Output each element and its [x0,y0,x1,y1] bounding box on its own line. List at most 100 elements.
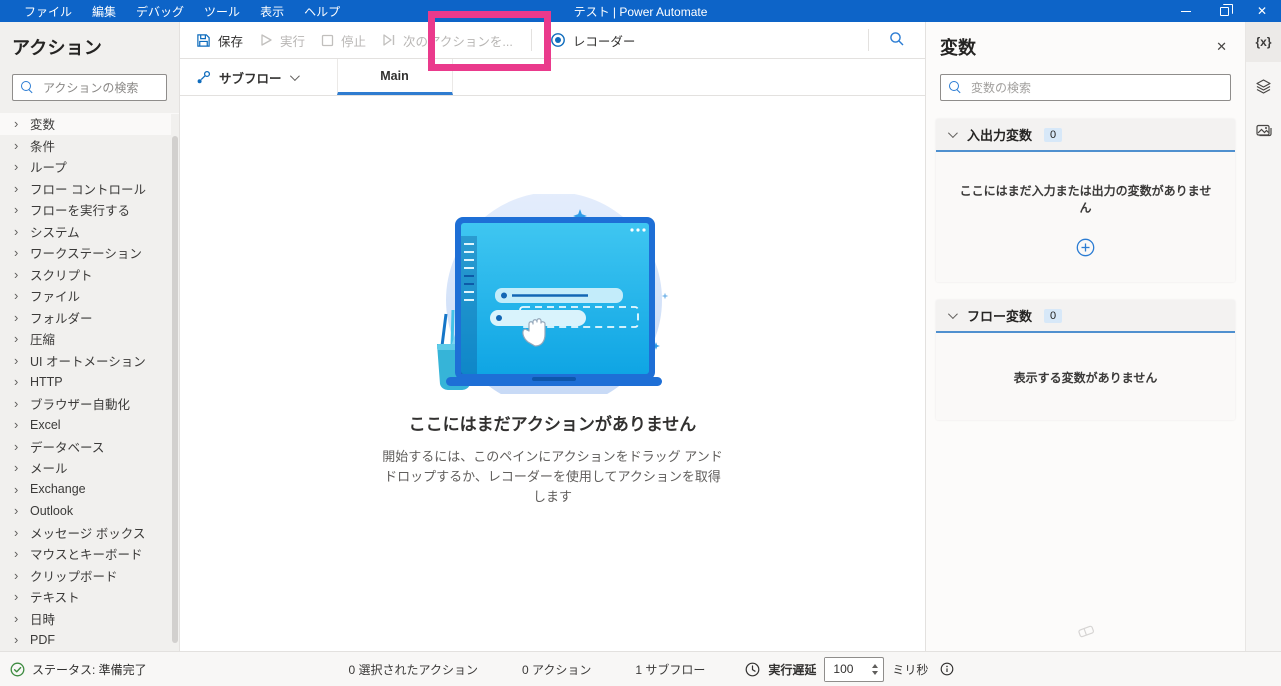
run-button[interactable]: 実行 [251,26,313,55]
run-next-action-button[interactable]: 次のアクションを... [374,26,521,55]
actions-category-item[interactable]: › 条件 [0,135,179,157]
actions-category-item[interactable]: › システム [0,221,179,243]
minimize-icon [1181,10,1191,12]
variables-search-input[interactable] [941,80,1230,95]
chevron-right-icon: › [14,460,19,476]
actions-category-item[interactable]: › 圧縮 [0,328,179,350]
sidebar-scrollbar-thumb[interactable] [172,136,178,643]
actions-category-item[interactable]: › クリップボード [0,565,179,587]
clock-icon [746,662,760,676]
flow-canvas[interactable]: ここにはまだアクションがありません 開始するには、このペインにアクションをドラッ… [180,96,925,651]
toolbar-search-button[interactable] [879,25,915,56]
spinner-up-icon[interactable] [872,663,879,668]
recorder-button[interactable]: レコーダー [542,26,644,55]
empty-canvas-description: 開始するには、このペインにアクションをドラッグ アンド ドロップするか、レコーダ… [382,449,723,505]
flow-variables-header[interactable]: フロー変数 0 [936,300,1235,333]
chevron-right-icon: › [14,159,19,175]
actions-category-item[interactable]: › フロー コントロール [0,178,179,200]
variables-search[interactable] [940,74,1231,101]
actions-panel-title: アクション [12,38,103,58]
menu-item[interactable]: 表示 [260,3,284,20]
actions-search-input[interactable] [13,80,166,95]
flow-toolbar: 保存 実行 停止 次のアクションを... レコーダー [180,22,925,59]
search-icon [890,31,904,45]
empty-canvas-illustration [436,194,668,394]
actions-category-item[interactable]: › メール [0,457,179,479]
menu-item[interactable]: ヘルプ [304,3,340,20]
save-button[interactable]: 保存 [188,26,251,55]
sidebar-scrollbar[interactable] [171,114,179,651]
rail-images-button[interactable] [1246,110,1281,150]
chevron-right-icon: › [14,137,19,153]
chevron-right-icon: › [14,524,19,540]
actions-category-item[interactable]: › 日時 [0,608,179,630]
chevron-right-icon: › [14,567,19,583]
actions-category-item[interactable]: › PDF [0,629,179,651]
chevron-down-icon [947,128,958,139]
chevron-right-icon: › [14,352,19,368]
actions-category-item[interactable]: › フォルダー [0,307,179,329]
actions-category-item[interactable]: › ループ [0,156,179,178]
play-icon [261,34,272,46]
actions-category-item[interactable]: › マウスとキーボード [0,543,179,565]
variables-panel-title: 変数 [940,38,976,58]
statusbar: ステータス: 準備完了 0 選択されたアクション 0 アクション 1 サブフロー… [0,651,1281,686]
stop-button[interactable]: 停止 [313,26,374,55]
actions-category-item[interactable]: › Outlook [0,500,179,522]
flow-variables-empty-message: 表示する変数がありません [1013,371,1158,385]
actions-category-item[interactable]: › テキスト [0,586,179,608]
actions-category-item[interactable]: › スクリプト [0,264,179,286]
plus-circle-icon [1076,238,1095,257]
status-check-icon [10,662,25,676]
io-variables-header[interactable]: 入出力変数 0 [936,119,1235,152]
menubar: ファイル 編集 デバッグ ツール 表示 ヘルプ [0,3,340,20]
subflow-dropdown[interactable]: サブフロー [180,59,311,95]
add-io-variable-button[interactable] [1076,238,1095,260]
chevron-right-icon: › [14,245,19,261]
save-icon [197,33,210,47]
actions-category-item[interactable]: › メッセージ ボックス [0,522,179,544]
actions-category-item[interactable]: › Excel [0,414,179,436]
chevron-right-icon: › [14,503,19,519]
menu-item[interactable]: 編集 [92,3,116,20]
chevron-down-icon [947,309,958,320]
menu-item[interactable]: デバッグ [136,3,184,20]
actions-category-item[interactable]: › ワークステーション [0,242,179,264]
chevron-down-icon [289,70,300,81]
actions-category-item[interactable]: › ファイル [0,285,179,307]
menu-item[interactable]: ファイル [24,3,72,20]
actions-category-item[interactable]: › データベース [0,436,179,458]
run-delay-input[interactable] [825,657,868,681]
chevron-right-icon: › [14,288,19,304]
spinner-down-icon[interactable] [872,670,879,675]
close-button[interactable]: ✕ [1243,0,1281,22]
variables-icon: {x} [1255,35,1272,49]
actions-category-item[interactable]: › HTTP [0,371,179,393]
chevron-right-icon: › [14,481,19,497]
run-delay-label: 実行遅延 [768,662,817,677]
actions-category-item[interactable]: › 変数 [0,113,179,135]
io-variables-count-badge: 0 [1044,127,1063,142]
tab-main[interactable]: Main [336,59,453,95]
restore-button[interactable] [1205,0,1243,22]
actions-count: 0 アクション [521,662,592,677]
menu-item[interactable]: ツール [204,3,240,20]
rail-ui-elements-button[interactable] [1246,66,1281,106]
chevron-right-icon: › [14,374,19,390]
chevron-right-icon: › [14,610,19,626]
actions-search[interactable] [12,74,167,101]
rail-variables-button[interactable]: {x} [1245,22,1281,62]
selected-actions-count: 0 選択されたアクション [348,662,478,677]
variables-panel-close-button[interactable]: ✕ [1210,37,1233,57]
actions-category-item[interactable]: › UI オートメーション [0,350,179,372]
chevron-right-icon: › [14,589,19,605]
actions-category-item[interactable]: › フローを実行する [0,199,179,221]
subflow-bar: サブフロー Main [180,59,925,96]
actions-category-item[interactable]: › ブラウザー自動化 [0,393,179,415]
actions-category-list: › 変数 › 条件 › ループ › フロー コントロール › フローを実行する … [0,113,179,651]
actions-category-item[interactable]: › Exchange [0,479,179,501]
flow-variables-count-badge: 0 [1044,308,1063,323]
right-rail: {x} [1245,22,1281,651]
image-icon [1256,124,1272,136]
minimize-button[interactable] [1167,0,1205,22]
